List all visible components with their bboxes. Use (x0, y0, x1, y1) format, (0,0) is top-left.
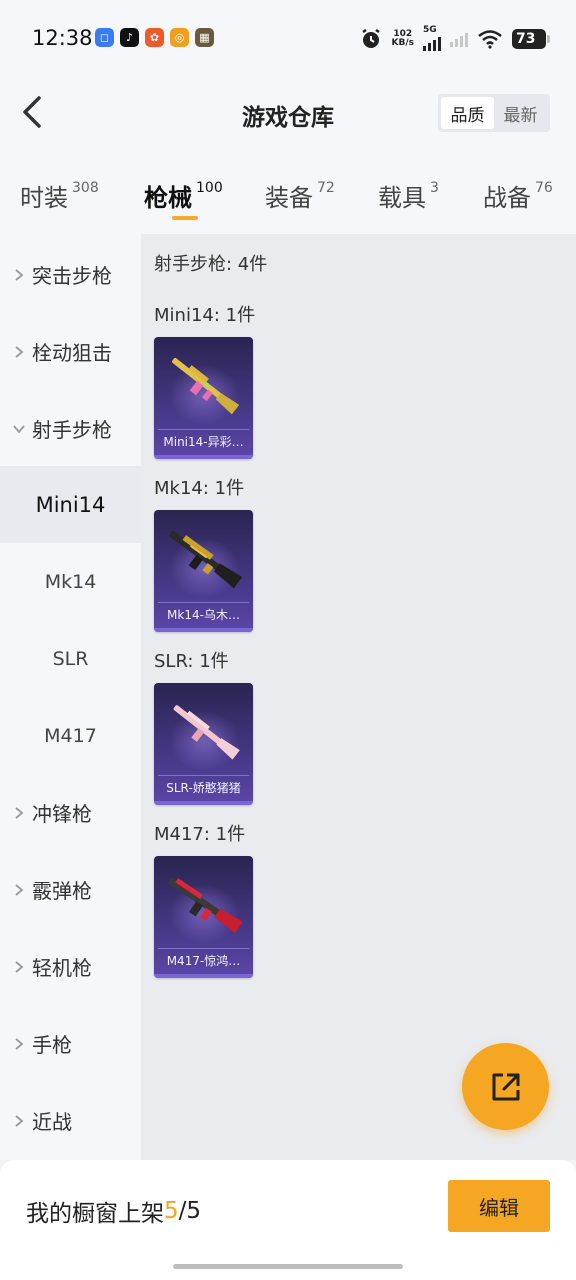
sidebar-item-label: 射手步枪 (32, 418, 112, 442)
status-time: 12:38 (32, 26, 93, 50)
tab-supplies[interactable]: 战备 76 (483, 178, 553, 213)
mini14-skin-image (172, 358, 240, 415)
item-card-mini14[interactable]: Mini14-异彩… (154, 337, 253, 459)
group-header-slr: SLR: 1件 (154, 651, 229, 672)
sort-toggle: 品质 最新 (438, 94, 550, 132)
sidebar-item-bolt-sniper[interactable]: 栓动狙击 (0, 313, 141, 390)
chevron-down-icon (13, 424, 25, 433)
showcase-label: 我的橱窗上架 (26, 1201, 164, 1227)
wifi-icon (478, 29, 502, 49)
share-external-icon (492, 1073, 519, 1100)
group-header-mk14: Mk14: 1件 (154, 478, 245, 499)
sidebar-item-marksman-rifles[interactable]: 射手步枪 (0, 390, 141, 467)
sidebar-subitem-mk14[interactable]: Mk14 (0, 543, 141, 620)
sort-quality-option[interactable]: 品质 (441, 97, 494, 129)
chevron-right-icon (15, 1037, 24, 1050)
category-summary: 射手步枪: 4件 (154, 254, 268, 275)
sidebar-item-label: 霰弹枪 (32, 879, 92, 903)
battery-icon: 73 (512, 28, 550, 49)
item-name: Mini14-异彩… (158, 429, 249, 455)
item-card-m417[interactable]: M417-惊鸿… (154, 856, 253, 978)
sidebar-subitem-slr[interactable]: SLR (0, 620, 141, 697)
notification-icons: ◻ ♪ ✿ ◎ ▦ (95, 28, 214, 47)
sidebar-item-pistol[interactable]: 手枪 (0, 1005, 141, 1082)
tiktok-icon: ♪ (120, 28, 139, 47)
tab-equipment[interactable]: 装备 72 (265, 178, 335, 213)
group-header-m417: M417: 1件 (154, 824, 246, 845)
alarm-icon (361, 28, 380, 48)
status-bar: 12:38 ◻ ♪ ✿ ◎ ▦ 102 KB/s 5G 73 (0, 0, 576, 78)
signal-icon (450, 31, 468, 47)
chevron-right-icon (15, 1114, 24, 1127)
sidebar-item-label: 近战 (32, 1110, 72, 1134)
item-name: SLR-娇憨猪猪 (158, 775, 249, 801)
tab-firearms[interactable]: 枪械 100 (144, 178, 223, 213)
game-notification-icon: ▦ (195, 28, 214, 47)
sidebar-item-assault-rifles[interactable]: 突击步枪 (0, 236, 141, 313)
mk14-skin-image (169, 530, 243, 589)
sidebar-item-lmg[interactable]: 轻机枪 (0, 928, 141, 1005)
slr-skin-image (173, 705, 240, 760)
category-tabs: 时装 308 枪械 100 装备 72 载具 3 战备 76 (0, 148, 576, 234)
sidebar-subitem-m417[interactable]: M417 (0, 697, 141, 774)
chevron-right-icon (15, 345, 24, 358)
item-name: M417-惊鸿… (158, 948, 249, 974)
active-tab-indicator (172, 216, 198, 220)
showcase-status: 我的橱窗上架 5 /5 (26, 1194, 201, 1228)
signal-5g-icon: 5G (423, 26, 441, 51)
home-indicator[interactable] (173, 1264, 403, 1269)
tab-vehicles[interactable]: 载具 3 (378, 178, 439, 213)
item-card-mk14[interactable]: Mk14-乌木… (154, 510, 253, 632)
chevron-right-icon (15, 806, 24, 819)
chevron-right-icon (15, 883, 24, 896)
bottom-bar: 我的橱窗上架 5 /5 编辑 (0, 1160, 576, 1280)
sort-newest-option[interactable]: 最新 (494, 97, 547, 129)
app-notification-icon: ✿ (145, 28, 164, 47)
sidebar-item-shotgun[interactable]: 霰弹枪 (0, 851, 141, 928)
item-name: Mk14-乌木… (158, 602, 249, 628)
sidebar-item-label: 栓动狙击 (32, 341, 112, 365)
showcase-current-count: 5 (164, 1198, 179, 1224)
sidebar-item-smg[interactable]: 冲锋枪 (0, 774, 141, 851)
header: 游戏仓库 品质 最新 (0, 78, 576, 148)
group-header-mini14: Mini14: 1件 (154, 305, 256, 326)
sidebar-item-label: 突击步枪 (32, 264, 112, 288)
item-card-slr[interactable]: SLR-娇憨猪猪 (154, 683, 253, 805)
app-notification-icon: ◎ (170, 28, 189, 47)
showcase-total-count: /5 (178, 1198, 202, 1224)
app-notification-icon: ◻ (95, 28, 114, 47)
sidebar-item-label: 手枪 (32, 1033, 72, 1057)
sidebar: 突击步枪 栓动狙击 射手步枪 Mini14 Mk14 SLR M417 冲锋枪 … (0, 234, 141, 1160)
share-button[interactable] (462, 1043, 549, 1130)
chevron-right-icon (15, 960, 24, 973)
sidebar-item-melee[interactable]: 近战 (0, 1082, 141, 1159)
network-speed: 102 KB/s (391, 28, 414, 48)
item-list: 射手步枪: 4件 Mini14: 1件 Mini14-异彩… Mk14: 1件 (141, 234, 576, 1160)
sidebar-subitem-mini14[interactable]: Mini14 (0, 466, 141, 543)
tab-outfits[interactable]: 时装 308 (20, 178, 99, 213)
sidebar-item-label: 轻机枪 (32, 956, 92, 980)
chevron-right-icon (15, 268, 24, 281)
edit-button[interactable]: 编辑 (448, 1180, 550, 1232)
m417-skin-image (168, 877, 243, 934)
sidebar-item-label: 冲锋枪 (32, 802, 92, 826)
